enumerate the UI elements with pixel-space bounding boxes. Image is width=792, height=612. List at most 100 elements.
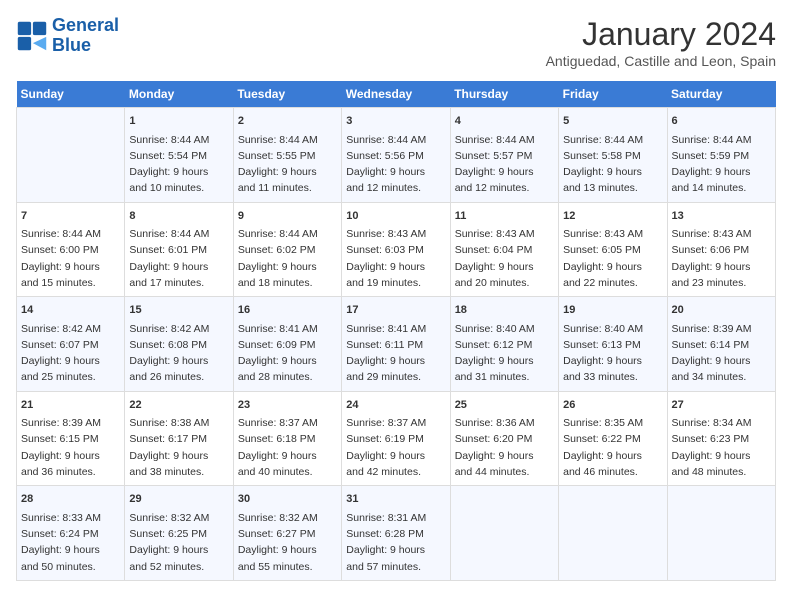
calendar-cell: 1Sunrise: 8:44 AMSunset: 5:54 PMDaylight… xyxy=(125,108,233,203)
cell-content: Sunrise: 8:32 AMSunset: 6:27 PMDaylight:… xyxy=(238,510,337,575)
calendar-cell: 25Sunrise: 8:36 AMSunset: 6:20 PMDayligh… xyxy=(450,391,558,486)
day-number: 16 xyxy=(238,302,337,319)
calendar-week-row: 28 Sunrise: 8:33 AMSunset: 6:24 PMDayligh… xyxy=(17,486,776,581)
day-number: 21 xyxy=(21,397,120,414)
calendar-cell: 19 Sunrise: 8:40 AMSunset: 6:13 PMDayligh… xyxy=(559,297,667,392)
page-header: General Blue January 2024 Antiguedad, Ca… xyxy=(16,16,776,69)
logo-text-line2: Blue xyxy=(52,36,119,56)
cell-content: Sunrise: 8:38 AMSunset: 6:17 PMDaylight:… xyxy=(129,415,228,480)
day-number: 24 xyxy=(346,397,445,414)
day-number: 1 xyxy=(129,113,228,130)
cell-content: Sunrise: 8:44 AMSunset: 5:58 PMDaylight:… xyxy=(563,132,662,197)
day-number: 3 xyxy=(346,113,445,130)
subtitle: Antiguedad, Castille and Leon, Spain xyxy=(546,53,776,69)
cell-content: Sunrise: 8:44 AMSunset: 5:57 PMDaylight:… xyxy=(455,132,554,197)
column-header-tuesday: Tuesday xyxy=(233,81,341,108)
calendar-cell: 23Sunrise: 8:37 AMSunset: 6:18 PMDayligh… xyxy=(233,391,341,486)
day-number: 12 xyxy=(563,208,662,225)
day-number: 9 xyxy=(238,208,337,225)
calendar-cell: 14 Sunrise: 8:42 AMSunset: 6:07 PMDayligh… xyxy=(17,297,125,392)
day-number: 25 xyxy=(455,397,554,414)
column-header-monday: Monday xyxy=(125,81,233,108)
day-number: 6 xyxy=(672,113,771,130)
day-number: 14 xyxy=(21,302,120,319)
day-number: 20 xyxy=(672,302,771,319)
cell-content: Sunrise: 8:37 AMSunset: 6:19 PMDaylight:… xyxy=(346,415,445,480)
day-number: 15 xyxy=(129,302,228,319)
cell-content: Sunrise: 8:37 AMSunset: 6:18 PMDaylight:… xyxy=(238,415,337,480)
day-number: 28 xyxy=(21,491,120,508)
day-number: 31 xyxy=(346,491,445,508)
calendar-cell: 13Sunrise: 8:43 AMSunset: 6:06 PMDayligh… xyxy=(667,202,775,297)
calendar-cell: 20 Sunrise: 8:39 AMSunset: 6:14 PMDayligh… xyxy=(667,297,775,392)
logo-text-line1: General xyxy=(52,16,119,36)
cell-content: Sunrise: 8:36 AMSunset: 6:20 PMDaylight:… xyxy=(455,415,554,480)
day-number: 10 xyxy=(346,208,445,225)
day-number: 23 xyxy=(238,397,337,414)
calendar-cell: 11Sunrise: 8:43 AMSunset: 6:04 PMDayligh… xyxy=(450,202,558,297)
cell-content: Sunrise: 8:33 AMSunset: 6:24 PMDaylight:… xyxy=(21,510,120,575)
calendar-cell: 6 Sunrise: 8:44 AMSunset: 5:59 PMDaylight… xyxy=(667,108,775,203)
calendar-cell: 24Sunrise: 8:37 AMSunset: 6:19 PMDayligh… xyxy=(342,391,450,486)
day-number: 17 xyxy=(346,302,445,319)
day-number: 27 xyxy=(672,397,771,414)
calendar-cell: 7Sunrise: 8:44 AMSunset: 6:00 PMDaylight… xyxy=(17,202,125,297)
cell-content: Sunrise: 8:32 AMSunset: 6:25 PMDaylight:… xyxy=(129,510,228,575)
cell-content: Sunrise: 8:44 AMSunset: 5:55 PMDaylight:… xyxy=(238,132,337,197)
calendar-cell: 16 Sunrise: 8:41 AMSunset: 6:09 PMDayligh… xyxy=(233,297,341,392)
calendar-cell: 30 Sunrise: 8:32 AMSunset: 6:27 PMDayligh… xyxy=(233,486,341,581)
cell-content: Sunrise: 8:42 AMSunset: 6:08 PMDaylight:… xyxy=(129,321,228,386)
day-number: 26 xyxy=(563,397,662,414)
column-header-saturday: Saturday xyxy=(667,81,775,108)
calendar-cell: 18Sunrise: 8:40 AMSunset: 6:12 PMDayligh… xyxy=(450,297,558,392)
main-title: January 2024 xyxy=(546,16,776,53)
calendar-week-row: 21Sunrise: 8:39 AMSunset: 6:15 PMDayligh… xyxy=(17,391,776,486)
cell-content: Sunrise: 8:43 AMSunset: 6:04 PMDaylight:… xyxy=(455,226,554,291)
cell-content: Sunrise: 8:43 AMSunset: 6:06 PMDaylight:… xyxy=(672,226,771,291)
calendar-cell: 4Sunrise: 8:44 AMSunset: 5:57 PMDaylight… xyxy=(450,108,558,203)
day-number: 19 xyxy=(563,302,662,319)
calendar-table: SundayMondayTuesdayWednesdayThursdayFrid… xyxy=(16,81,776,581)
cell-content: Sunrise: 8:44 AMSunset: 6:01 PMDaylight:… xyxy=(129,226,228,291)
calendar-cell xyxy=(667,486,775,581)
calendar-cell: 2Sunrise: 8:44 AMSunset: 5:55 PMDaylight… xyxy=(233,108,341,203)
calendar-cell xyxy=(17,108,125,203)
cell-content: Sunrise: 8:34 AMSunset: 6:23 PMDaylight:… xyxy=(672,415,771,480)
calendar-cell: 8Sunrise: 8:44 AMSunset: 6:01 PMDaylight… xyxy=(125,202,233,297)
cell-content: Sunrise: 8:44 AMSunset: 5:56 PMDaylight:… xyxy=(346,132,445,197)
calendar-cell: 3 Sunrise: 8:44 AMSunset: 5:56 PMDaylight… xyxy=(342,108,450,203)
calendar-cell: 31 Sunrise: 8:31 AMSunset: 6:28 PMDayligh… xyxy=(342,486,450,581)
cell-content: Sunrise: 8:42 AMSunset: 6:07 PMDaylight:… xyxy=(21,321,120,386)
calendar-week-row: 1Sunrise: 8:44 AMSunset: 5:54 PMDaylight… xyxy=(17,108,776,203)
calendar-cell: 29Sunrise: 8:32 AMSunset: 6:25 PMDayligh… xyxy=(125,486,233,581)
day-number: 30 xyxy=(238,491,337,508)
calendar-cell: 27Sunrise: 8:34 AMSunset: 6:23 PMDayligh… xyxy=(667,391,775,486)
calendar-header-row: SundayMondayTuesdayWednesdayThursdayFrid… xyxy=(17,81,776,108)
day-number: 13 xyxy=(672,208,771,225)
day-number: 8 xyxy=(129,208,228,225)
cell-content: Sunrise: 8:39 AMSunset: 6:15 PMDaylight:… xyxy=(21,415,120,480)
calendar-cell: 26Sunrise: 8:35 AMSunset: 6:22 PMDayligh… xyxy=(559,391,667,486)
calendar-cell: 21Sunrise: 8:39 AMSunset: 6:15 PMDayligh… xyxy=(17,391,125,486)
calendar-cell xyxy=(450,486,558,581)
cell-content: Sunrise: 8:43 AMSunset: 6:03 PMDaylight:… xyxy=(346,226,445,291)
cell-content: Sunrise: 8:39 AMSunset: 6:14 PMDaylight:… xyxy=(672,321,771,386)
day-number: 22 xyxy=(129,397,228,414)
cell-content: Sunrise: 8:40 AMSunset: 6:12 PMDaylight:… xyxy=(455,321,554,386)
title-block: January 2024 Antiguedad, Castille and Le… xyxy=(546,16,776,69)
calendar-cell xyxy=(559,486,667,581)
cell-content: Sunrise: 8:44 AMSunset: 6:00 PMDaylight:… xyxy=(21,226,120,291)
cell-content: Sunrise: 8:41 AMSunset: 6:11 PMDaylight:… xyxy=(346,321,445,386)
cell-content: Sunrise: 8:44 AMSunset: 6:02 PMDaylight:… xyxy=(238,226,337,291)
logo-icon xyxy=(16,20,48,52)
day-number: 7 xyxy=(21,208,120,225)
calendar-cell: 9Sunrise: 8:44 AMSunset: 6:02 PMDaylight… xyxy=(233,202,341,297)
column-header-thursday: Thursday xyxy=(450,81,558,108)
cell-content: Sunrise: 8:40 AMSunset: 6:13 PMDaylight:… xyxy=(563,321,662,386)
calendar-cell: 28 Sunrise: 8:33 AMSunset: 6:24 PMDayligh… xyxy=(17,486,125,581)
column-header-friday: Friday xyxy=(559,81,667,108)
cell-content: Sunrise: 8:41 AMSunset: 6:09 PMDaylight:… xyxy=(238,321,337,386)
cell-content: Sunrise: 8:44 AMSunset: 5:59 PMDaylight:… xyxy=(672,132,771,197)
cell-content: Sunrise: 8:31 AMSunset: 6:28 PMDaylight:… xyxy=(346,510,445,575)
calendar-week-row: 7Sunrise: 8:44 AMSunset: 6:00 PMDaylight… xyxy=(17,202,776,297)
